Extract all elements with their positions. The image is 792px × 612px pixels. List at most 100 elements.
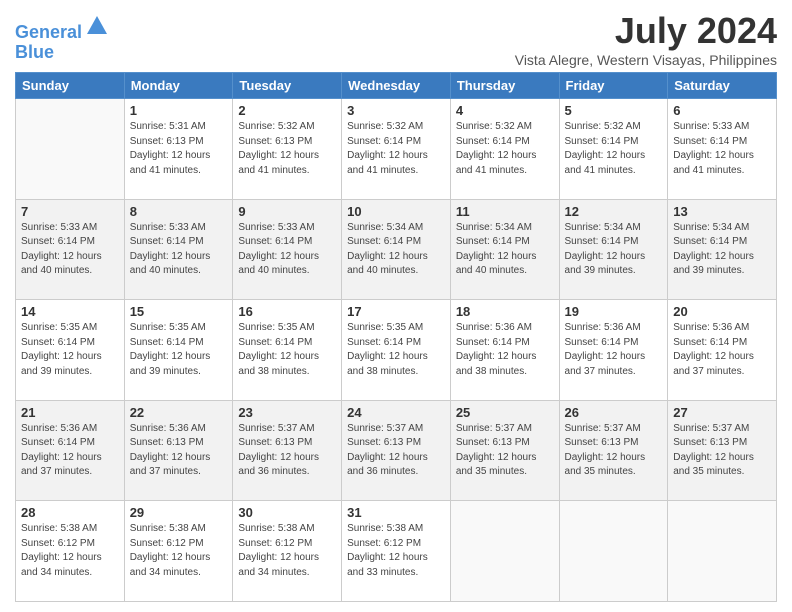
day-number: 30	[238, 505, 336, 520]
day-info: Sunrise: 5:33 AMSunset: 6:14 PMDaylight:…	[21, 221, 119, 279]
table-row: 23 Sunrise: 5:37 AMSunset: 6:13 PMDayligh…	[233, 400, 342, 501]
day-info: Sunrise: 5:35 AMSunset: 6:14 PMDaylight:…	[238, 321, 336, 379]
day-number: 18	[456, 304, 554, 319]
day-number: 7	[21, 204, 119, 219]
day-info: Sunrise: 5:37 AMSunset: 6:13 PMDaylight:…	[673, 422, 771, 480]
logo-triangle-icon	[85, 14, 109, 38]
table-row: 11Sunrise: 5:34 AMSunset: 6:14 PMDayligh…	[450, 199, 559, 300]
table-row: 30 Sunrise: 5:38 AMSunset: 6:12 PMDayligh…	[233, 501, 342, 602]
day-info: Sunrise: 5:36 AMSunset: 6:13 PMDaylight:…	[130, 422, 228, 480]
day-number: 29	[130, 505, 228, 520]
day-number: 25	[456, 405, 554, 420]
logo-line2: Blue	[15, 43, 109, 63]
day-number: 10	[347, 204, 445, 219]
day-number: 14	[21, 304, 119, 319]
day-info: Sunrise: 5:36 AMSunset: 6:14 PMDaylight:…	[673, 321, 771, 379]
table-row: 2Sunrise: 5:32 AMSunset: 6:13 PMDaylight…	[233, 99, 342, 200]
table-row	[16, 99, 125, 200]
day-number: 13	[673, 204, 771, 219]
table-row: 29 Sunrise: 5:38 AMSunset: 6:12 PMDayligh…	[124, 501, 233, 602]
day-info: Sunrise: 5:37 AMSunset: 6:13 PMDaylight:…	[238, 422, 336, 480]
day-info: Sunrise: 5:38 AMSunset: 6:12 PMDaylight:…	[21, 522, 119, 580]
day-number: 1	[130, 103, 228, 118]
col-saturday: Saturday	[668, 73, 777, 99]
day-number: 31	[347, 505, 445, 520]
calendar-week-row: 7 Sunrise: 5:33 AMSunset: 6:14 PMDaylight…	[16, 199, 777, 300]
location: Vista Alegre, Western Visayas, Philippin…	[515, 52, 777, 68]
table-row: 13 Sunrise: 5:34 AMSunset: 6:14 PMDayligh…	[668, 199, 777, 300]
day-info: Sunrise: 5:32 AMSunset: 6:14 PMDaylight:…	[456, 120, 554, 178]
day-number: 15	[130, 304, 228, 319]
day-info: Sunrise: 5:34 AMSunset: 6:14 PMDaylight:…	[673, 221, 771, 279]
day-number: 6	[673, 103, 771, 118]
day-number: 21	[21, 405, 119, 420]
day-info: Sunrise: 5:38 AMSunset: 6:12 PMDaylight:…	[130, 522, 228, 580]
day-number: 27	[673, 405, 771, 420]
table-row	[668, 501, 777, 602]
col-thursday: Thursday	[450, 73, 559, 99]
day-number: 8	[130, 204, 228, 219]
day-info: Sunrise: 5:33 AMSunset: 6:14 PMDaylight:…	[673, 120, 771, 178]
table-row: 17 Sunrise: 5:35 AMSunset: 6:14 PMDayligh…	[342, 300, 451, 401]
table-row	[450, 501, 559, 602]
table-row: 15Sunrise: 5:35 AMSunset: 6:14 PMDayligh…	[124, 300, 233, 401]
day-info: Sunrise: 5:34 AMSunset: 6:14 PMDaylight:…	[565, 221, 663, 279]
table-row: 18 Sunrise: 5:36 AMSunset: 6:14 PMDayligh…	[450, 300, 559, 401]
calendar-week-row: 28 Sunrise: 5:38 AMSunset: 6:12 PMDayligh…	[16, 501, 777, 602]
table-row: 19Sunrise: 5:36 AMSunset: 6:14 PMDayligh…	[559, 300, 668, 401]
day-number: 20	[673, 304, 771, 319]
logo: General Blue	[15, 14, 109, 63]
table-row: 3Sunrise: 5:32 AMSunset: 6:14 PMDaylight…	[342, 99, 451, 200]
day-number: 11	[456, 204, 554, 219]
day-info: Sunrise: 5:37 AMSunset: 6:13 PMDaylight:…	[347, 422, 445, 480]
table-row: 4 Sunrise: 5:32 AMSunset: 6:14 PMDaylight…	[450, 99, 559, 200]
table-row: 10 Sunrise: 5:34 AMSunset: 6:14 PMDayligh…	[342, 199, 451, 300]
col-monday: Monday	[124, 73, 233, 99]
day-info: Sunrise: 5:36 AMSunset: 6:14 PMDaylight:…	[565, 321, 663, 379]
col-tuesday: Tuesday	[233, 73, 342, 99]
table-row: 24Sunrise: 5:37 AMSunset: 6:13 PMDayligh…	[342, 400, 451, 501]
day-number: 4	[456, 103, 554, 118]
logo-text: General	[15, 14, 109, 43]
day-info: Sunrise: 5:32 AMSunset: 6:14 PMDaylight:…	[347, 120, 445, 178]
logo-line1: General	[15, 22, 82, 42]
day-info: Sunrise: 5:38 AMSunset: 6:12 PMDaylight:…	[238, 522, 336, 580]
table-row: 7 Sunrise: 5:33 AMSunset: 6:14 PMDaylight…	[16, 199, 125, 300]
day-number: 28	[21, 505, 119, 520]
day-number: 17	[347, 304, 445, 319]
day-number: 23	[238, 405, 336, 420]
day-info: Sunrise: 5:33 AMSunset: 6:14 PMDaylight:…	[238, 221, 336, 279]
table-row: 26 Sunrise: 5:37 AMSunset: 6:13 PMDayligh…	[559, 400, 668, 501]
calendar-table: Sunday Monday Tuesday Wednesday Thursday…	[15, 72, 777, 602]
day-number: 5	[565, 103, 663, 118]
calendar-week-row: 1Sunrise: 5:31 AMSunset: 6:13 PMDaylight…	[16, 99, 777, 200]
day-number: 16	[238, 304, 336, 319]
table-row: 14Sunrise: 5:35 AMSunset: 6:14 PMDayligh…	[16, 300, 125, 401]
day-number: 2	[238, 103, 336, 118]
day-info: Sunrise: 5:34 AMSunset: 6:14 PMDaylight:…	[347, 221, 445, 279]
month-year: July 2024	[515, 10, 777, 52]
day-info: Sunrise: 5:35 AMSunset: 6:14 PMDaylight:…	[347, 321, 445, 379]
day-info: Sunrise: 5:33 AMSunset: 6:14 PMDaylight:…	[130, 221, 228, 279]
col-friday: Friday	[559, 73, 668, 99]
table-row: 16 Sunrise: 5:35 AMSunset: 6:14 PMDayligh…	[233, 300, 342, 401]
calendar-week-row: 21 Sunrise: 5:36 AMSunset: 6:14 PMDayligh…	[16, 400, 777, 501]
col-wednesday: Wednesday	[342, 73, 451, 99]
day-number: 26	[565, 405, 663, 420]
table-row: 1Sunrise: 5:31 AMSunset: 6:13 PMDaylight…	[124, 99, 233, 200]
table-row: 25Sunrise: 5:37 AMSunset: 6:13 PMDayligh…	[450, 400, 559, 501]
col-sunday: Sunday	[16, 73, 125, 99]
day-number: 9	[238, 204, 336, 219]
day-info: Sunrise: 5:32 AMSunset: 6:14 PMDaylight:…	[565, 120, 663, 178]
table-row: 6 Sunrise: 5:33 AMSunset: 6:14 PMDaylight…	[668, 99, 777, 200]
day-info: Sunrise: 5:36 AMSunset: 6:14 PMDaylight:…	[21, 422, 119, 480]
table-row: 31Sunrise: 5:38 AMSunset: 6:12 PMDayligh…	[342, 501, 451, 602]
title-block: July 2024 Vista Alegre, Western Visayas,…	[515, 10, 777, 68]
calendar-week-row: 14 Sunrise: 5:35 AMSunset: 6:14 PMDayligh…	[16, 300, 777, 401]
day-number: 12	[565, 204, 663, 219]
day-info: Sunrise: 5:36 AMSunset: 6:14 PMDaylight:…	[456, 321, 554, 379]
table-row: 12 Sunrise: 5:34 AMSunset: 6:14 PMDayligh…	[559, 199, 668, 300]
day-info: Sunrise: 5:37 AMSunset: 6:13 PMDaylight:…	[565, 422, 663, 480]
table-row: 22Sunrise: 5:36 AMSunset: 6:13 PMDayligh…	[124, 400, 233, 501]
table-row: 20 Sunrise: 5:36 AMSunset: 6:14 PMDayligh…	[668, 300, 777, 401]
